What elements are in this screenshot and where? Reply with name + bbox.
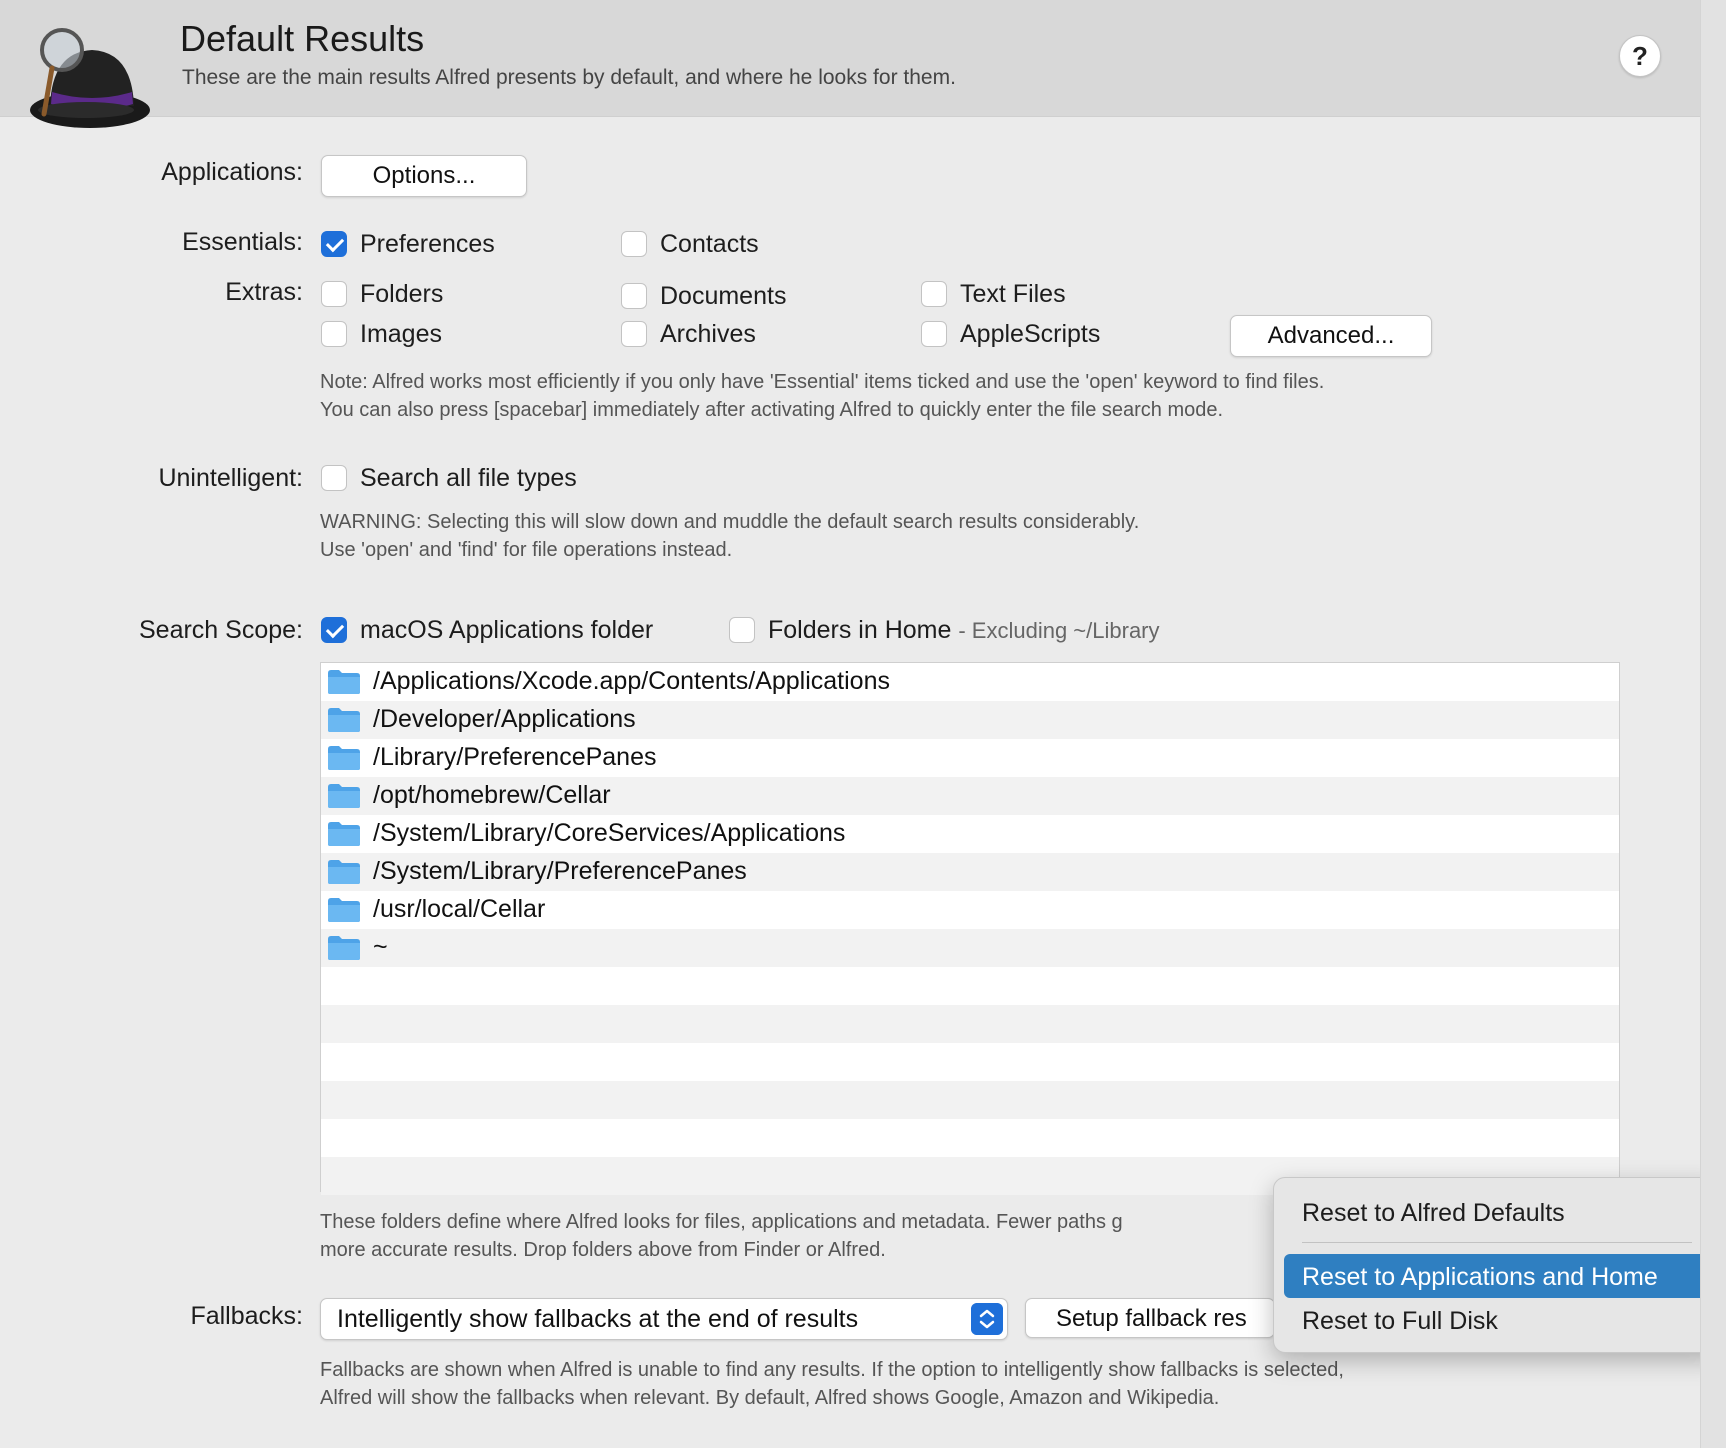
macos-applications-folder-checkbox[interactable] [321,617,347,643]
menu-item-reset-applications-home[interactable]: Reset to Applications and Home [1284,1254,1707,1298]
help-button[interactable]: ? [1619,35,1661,77]
folder-path: /Applications/Xcode.app/Contents/Applica… [373,667,890,695]
unintelligent-warning-line-1: WARNING: Selecting this will slow down a… [320,511,1140,533]
contacts-checkbox[interactable] [621,231,647,257]
empty-row [321,1005,1619,1043]
fallbacks-select[interactable]: Intelligently show fallbacks at the end … [320,1298,1008,1340]
fallbacks-note-line-1: Fallbacks are shown when Alfred is unabl… [320,1359,1344,1381]
menu-item-label: Reset to Alfred Defaults [1302,1199,1565,1227]
select-stepper-icon [971,1303,1003,1335]
images-checkbox[interactable] [321,321,347,347]
alfred-hat-logo-icon [30,28,150,128]
folder-row[interactable]: /usr/local/Cellar [321,891,1619,929]
window-edge [1700,0,1726,1448]
search-scope-label: Search Scope: [139,616,303,644]
essentials-label: Essentials: [182,228,303,256]
empty-row [321,1043,1619,1081]
folder-row[interactable]: /opt/homebrew/Cellar [321,777,1619,815]
applescripts-checkbox[interactable] [921,321,947,347]
folder-row[interactable]: /Library/PreferencePanes [321,739,1619,777]
menu-separator [1302,1242,1692,1243]
preferences-window: Default Results These are the main resul… [0,0,1720,1448]
applications-label: Applications: [161,158,303,186]
folder-row[interactable]: /System/Library/PreferencePanes [321,853,1619,891]
empty-row [321,967,1619,1005]
search-scope-folder-list[interactable]: /Applications/Xcode.app/Contents/Applica… [320,662,1620,1195]
page-header: Default Results These are the main resul… [0,0,1700,128]
fallbacks-label: Fallbacks: [190,1302,303,1330]
extras-note-line-1: Note: Alfred works most efficiently if y… [320,371,1325,393]
folder-path: /System/Library/CoreServices/Application… [373,819,846,847]
search-scope-note-line-2: more accurate results. Drop folders abov… [320,1239,886,1261]
menu-item-reset-full-disk[interactable]: Reset to Full Disk [1284,1298,1707,1342]
folder-row[interactable]: /Developer/Applications [321,701,1619,739]
menu-item-reset-alfred-defaults[interactable]: Reset to Alfred Defaults [1284,1190,1707,1234]
documents-checkbox[interactable] [621,283,647,309]
text-files-checkbox-label: Text Files [960,280,1066,308]
menu-item-label: Reset to Applications and Home [1302,1263,1658,1291]
folders-in-home-label: Folders in Home - Excluding ~/Library [768,616,1160,645]
folder-icon [328,670,360,694]
archives-checkbox-label: Archives [660,320,756,348]
unintelligent-label: Unintelligent: [158,464,303,492]
unintelligent-warning-line-2: Use 'open' and 'find' for file operation… [320,539,733,561]
folder-path: ~ [373,933,388,961]
empty-row [321,1119,1619,1157]
page-title: Default Results [180,18,425,59]
folder-icon [328,708,360,732]
applescripts-checkbox-label: AppleScripts [960,320,1101,348]
macos-applications-folder-label: macOS Applications folder [360,616,654,644]
folder-icon [328,822,360,846]
extras-label: Extras: [225,278,303,306]
preferences-checkbox[interactable] [321,231,347,257]
page-subtitle: These are the main results Alfred presen… [182,66,956,89]
excluding-library-note: - Excluding ~/Library [958,618,1160,643]
folder-path: /System/Library/PreferencePanes [373,857,747,885]
advanced-button[interactable]: Advanced... [1230,315,1432,357]
extras-note-line-2: You can also press [spacebar] immediatel… [320,399,1224,421]
folder-path: /Developer/Applications [373,705,636,733]
folder-path: /opt/homebrew/Cellar [373,781,611,809]
folders-checkbox-label: Folders [360,280,444,308]
folder-icon [328,784,360,808]
menu-item-label: Reset to Full Disk [1302,1307,1498,1335]
folder-icon [328,860,360,884]
folder-icon [328,898,360,922]
documents-checkbox-label: Documents [660,282,787,310]
folder-row[interactable]: /Applications/Xcode.app/Contents/Applica… [321,663,1619,701]
folder-row[interactable]: /System/Library/CoreServices/Application… [321,815,1619,853]
folder-icon [328,746,360,770]
fallbacks-note-line-2: Alfred will show the fallbacks when rele… [320,1387,1220,1409]
applications-options-button[interactable]: Options... [321,155,527,197]
search-all-file-types-checkbox[interactable] [321,465,347,491]
setup-fallback-results-button[interactable]: Setup fallback res [1025,1298,1275,1338]
folders-checkbox[interactable] [321,281,347,307]
search-scope-note-line-1: These folders define where Alfred looks … [320,1211,1123,1233]
images-checkbox-label: Images [360,320,442,348]
text-files-checkbox[interactable] [921,281,947,307]
folders-in-home-text: Folders in Home [768,616,952,644]
preferences-checkbox-label: Preferences [360,230,495,258]
folder-row[interactable]: ~ [321,929,1619,967]
search-all-file-types-label: Search all file types [360,464,577,492]
folder-path: /usr/local/Cellar [373,895,546,923]
reset-scope-menu[interactable]: Reset to Alfred Defaults Reset to Applic… [1273,1177,1720,1353]
folder-path: /Library/PreferencePanes [373,743,657,771]
folder-icon [328,936,360,960]
archives-checkbox[interactable] [621,321,647,347]
fallbacks-select-value: Intelligently show fallbacks at the end … [337,1305,859,1333]
folders-in-home-checkbox[interactable] [729,617,755,643]
contacts-checkbox-label: Contacts [660,230,759,258]
empty-row [321,1081,1619,1119]
